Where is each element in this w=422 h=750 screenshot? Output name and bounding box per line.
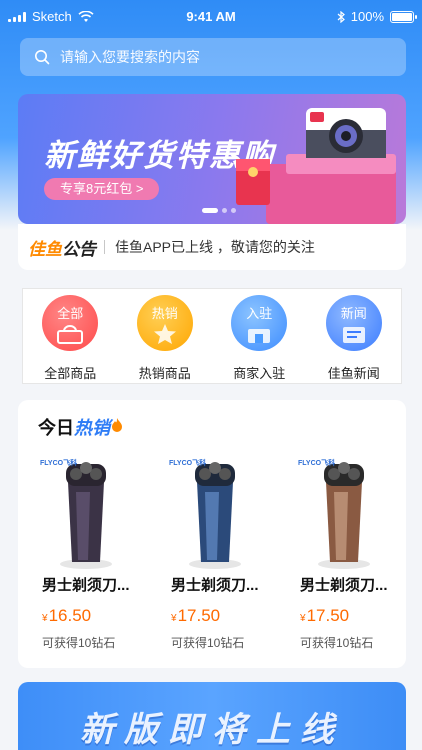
product-price: ¥17.50: [171, 606, 221, 625]
category-label: 佳鱼新闻: [327, 366, 380, 381]
product-name: 男士剃须刀...: [171, 577, 259, 594]
hot-products-section: 今日 热销 FLYCO飞科 男士剃须刀... ¥16.50 可获得10钻石 FL…: [18, 400, 406, 668]
product-reward: 可获得10钻石: [300, 636, 374, 650]
battery-icon: [390, 10, 417, 23]
status-bar: Sketch 9:41 AM 100%: [0, 0, 422, 34]
product-reward: 可获得10钻石: [171, 636, 245, 650]
announcement-bar[interactable]: 佳鱼 公告 佳鱼APP已上线 ，敬请您的关注: [18, 224, 406, 270]
store-icon: 入驻: [231, 295, 288, 351]
category-label: 全部商品: [44, 366, 97, 381]
product-name: 男士剃须刀...: [300, 577, 388, 594]
product-card[interactable]: FLYCO飞科 男士剃须刀... ¥16.50 可获得10钻石: [18, 452, 147, 652]
shopping-bag-icon: 全部: [42, 295, 99, 351]
category-label: 热销商品: [138, 366, 191, 381]
section-title: 今日 热销: [38, 414, 123, 440]
divider: [104, 240, 105, 254]
product-price: ¥16.50: [42, 606, 92, 625]
product-price: ¥17.50: [300, 606, 350, 625]
category-hot-products[interactable]: 热销 热销商品: [118, 289, 213, 383]
category-all-products[interactable]: 全部 全部商品: [23, 289, 118, 383]
product-brand: FLYCO飞科: [298, 460, 336, 467]
carousel-dot-active[interactable]: [202, 208, 218, 213]
category-merchant-join[interactable]: 入驻 商家入驻: [212, 289, 307, 383]
promo-banner[interactable]: 新鲜好货特惠购 专享8元红包 >: [18, 94, 406, 224]
product-card[interactable]: FLYCO飞科 男士剃须刀... ¥17.50 可获得10钻石: [276, 452, 405, 652]
carousel-dot[interactable]: [231, 208, 236, 213]
announcement-message: 佳鱼APP已上线 ，敬请您的关注: [115, 239, 315, 255]
product-image: [318, 462, 370, 569]
hot-star-icon: 热销: [136, 295, 193, 351]
product-brand: FLYCO飞科: [169, 460, 207, 467]
product-name: 男士剃须刀...: [42, 577, 130, 594]
product-image: [60, 462, 112, 569]
flame-icon: [112, 418, 122, 432]
news-icon: 新闻: [325, 295, 382, 351]
category-grid: 全部 全部商品 热销 热销商品 入驻 商家入驻 新闻 佳鱼新闻: [22, 288, 402, 384]
battery-percent: 100%: [350, 9, 384, 24]
carousel-dot[interactable]: [222, 208, 227, 213]
announcement-brand: 佳鱼: [28, 239, 62, 259]
search-icon: [35, 50, 50, 65]
bluetooth-icon: [337, 10, 345, 23]
carousel-indicator: [202, 208, 236, 213]
product-brand: FLYCO飞科: [40, 460, 78, 467]
product-card[interactable]: FLYCO飞科 男士剃须刀... ¥17.50 可获得10钻石: [147, 452, 276, 652]
announcement-title: 公告: [62, 239, 96, 259]
search-input[interactable]: [60, 49, 380, 65]
coming-soon-banner[interactable]: 新版即将上线: [18, 682, 406, 750]
product-reward: 可获得10钻石: [42, 636, 116, 650]
camera-gift-illustration: [236, 108, 396, 224]
search-bar[interactable]: [20, 38, 406, 76]
coming-soon-text: 新版即将上线: [80, 711, 344, 749]
red-packet-button[interactable]: 专享8元红包 >: [44, 178, 160, 200]
product-image: [189, 462, 241, 569]
category-news[interactable]: 新闻 佳鱼新闻: [307, 289, 402, 383]
category-label: 商家入驻: [233, 366, 286, 381]
